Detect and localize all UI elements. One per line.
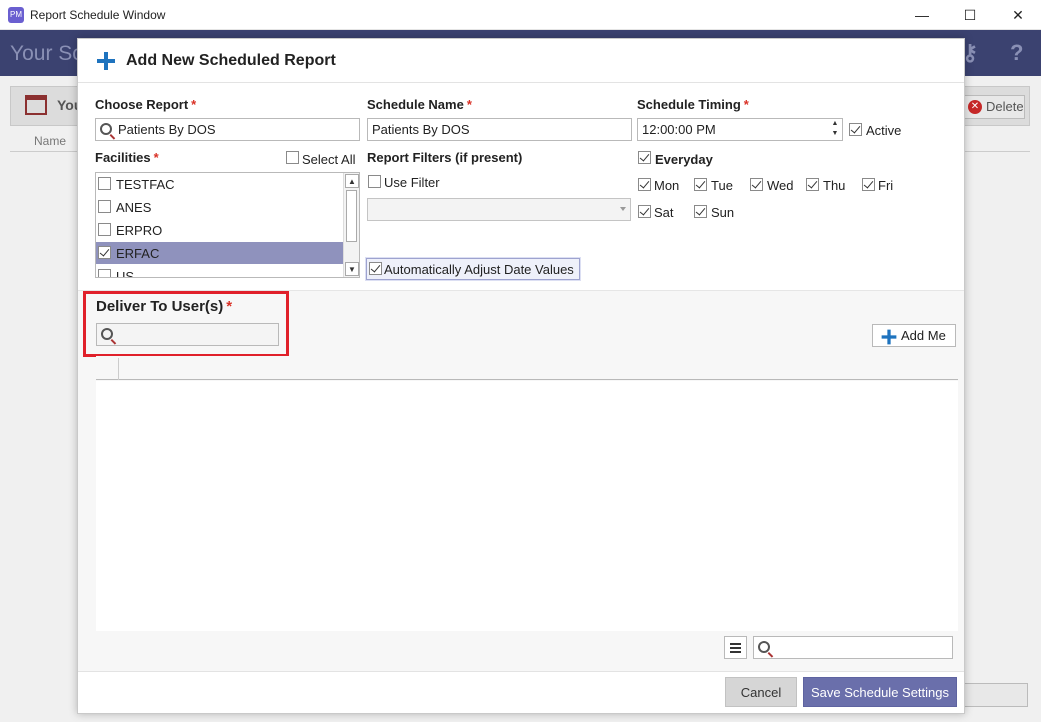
choose-report-input[interactable]: Patients By DOS — [95, 118, 360, 141]
dialog-title: Add New Scheduled Report — [126, 52, 336, 69]
facility-checkbox[interactable] — [98, 246, 111, 259]
select-all-label: Select All — [302, 152, 356, 167]
add-scheduled-report-dialog: Add New Scheduled Report Choose Report * … — [77, 38, 965, 714]
search-icon — [758, 641, 770, 653]
schedule-time-value: 12:00:00 PM — [642, 122, 716, 137]
close-window-button[interactable]: ✕ — [995, 0, 1041, 30]
select-all-checkbox[interactable] — [286, 151, 299, 164]
background-footer-field[interactable] — [960, 683, 1028, 707]
plus-icon — [97, 52, 115, 70]
sat-checkbox[interactable] — [638, 205, 651, 218]
schedule-timing-label: Schedule Timing * — [637, 97, 749, 112]
users-grid-footer — [96, 631, 958, 667]
active-checkbox[interactable] — [849, 123, 862, 136]
facilities-scrollbar[interactable]: ▲ ▼ — [343, 173, 359, 277]
calendar-icon — [25, 95, 47, 115]
search-icon — [101, 328, 113, 340]
cancel-button[interactable]: Cancel — [725, 677, 797, 707]
facility-checkbox[interactable] — [98, 223, 111, 236]
time-spinner[interactable]: ▲ ▼ — [828, 119, 842, 140]
grid-column-divider[interactable] — [118, 358, 119, 380]
facility-item[interactable]: ERPRO — [96, 219, 343, 241]
adjust-dates-label: Automatically Adjust Date Values — [384, 262, 574, 277]
grid-menu-button[interactable] — [724, 636, 747, 659]
sun-checkbox[interactable] — [694, 205, 707, 218]
chevron-down-icon — [620, 207, 626, 211]
use-filter-label: Use Filter — [384, 175, 440, 190]
maximize-button[interactable]: ☐ — [947, 0, 993, 30]
scroll-thumb[interactable] — [346, 190, 357, 242]
users-grid-header — [96, 356, 958, 380]
deliver-to-label: Deliver To User(s) * — [96, 298, 233, 315]
add-me-button[interactable]: Add Me — [872, 324, 956, 347]
use-filter-checkbox[interactable] — [368, 175, 381, 188]
help-icon[interactable]: ? — [1010, 40, 1023, 66]
delete-button[interactable]: ✕ Delete — [963, 95, 1025, 119]
save-schedule-button[interactable]: Save Schedule Settings — [803, 677, 957, 707]
schedule-time-input[interactable]: 12:00:00 PM ▲ ▼ — [637, 118, 843, 141]
facility-item[interactable]: ANES — [96, 196, 343, 218]
tue-checkbox[interactable] — [694, 178, 707, 191]
window-title: Report Schedule Window — [30, 8, 166, 22]
adjust-dates-option[interactable]: Automatically Adjust Date Values — [366, 258, 580, 280]
delete-label: Delete — [986, 99, 1024, 114]
app-icon: PM — [8, 7, 24, 23]
sat-label: Sat — [654, 205, 674, 220]
wed-checkbox[interactable] — [750, 178, 763, 191]
dialog-footer: Cancel Save Schedule Settings — [78, 671, 964, 713]
filter-select[interactable] — [367, 198, 631, 221]
wed-label: Wed — [767, 178, 794, 193]
add-me-label: Add Me — [901, 328, 946, 343]
thu-checkbox[interactable] — [806, 178, 819, 191]
facilities-list[interactable]: TESTFAC ANES ERPRO ERFAC US ▲ ▼ — [95, 172, 360, 278]
app-header-title: Your Sc — [10, 42, 83, 65]
delete-icon: ✕ — [968, 100, 982, 114]
facility-checkbox[interactable] — [98, 269, 111, 277]
mon-checkbox[interactable] — [638, 178, 651, 191]
tue-label: Tue — [711, 178, 733, 193]
grid-search-input[interactable] — [753, 636, 953, 659]
everyday-checkbox[interactable] — [638, 151, 651, 164]
scroll-up-icon[interactable]: ▲ — [345, 174, 359, 188]
adjust-dates-checkbox[interactable] — [369, 262, 382, 275]
users-grid-body — [96, 381, 958, 631]
scroll-down-icon[interactable]: ▼ — [345, 262, 359, 276]
schedule-name-input[interactable]: Patients By DOS — [367, 118, 632, 141]
mon-label: Mon — [654, 178, 680, 193]
fri-label: Fri — [878, 178, 894, 193]
facility-checkbox[interactable] — [98, 200, 111, 213]
plus-icon — [881, 329, 897, 345]
menu-icon — [730, 643, 741, 645]
thu-label: Thu — [823, 178, 846, 193]
choose-report-value: Patients By DOS — [118, 122, 216, 137]
facility-item[interactable]: ERFAC — [96, 242, 343, 264]
search-icon — [100, 123, 112, 135]
dialog-header: Add New Scheduled Report — [78, 39, 964, 83]
schedule-name-label: Schedule Name * — [367, 97, 472, 112]
report-filters-label: Report Filters (if present) — [367, 150, 523, 165]
deliver-user-search-input[interactable] — [96, 323, 279, 346]
facility-item[interactable]: US — [96, 265, 343, 277]
facility-item[interactable]: TESTFAC — [96, 173, 343, 195]
everyday-label: Everyday — [655, 152, 713, 167]
minimize-button[interactable]: — — [899, 0, 945, 30]
choose-report-label: Choose Report * — [95, 97, 197, 112]
window-titlebar: PM Report Schedule Window — ☐ ✕ — [0, 0, 1041, 30]
facilities-label: Facilities * — [95, 150, 159, 165]
column-header-name[interactable]: Name — [34, 134, 66, 148]
active-label: Active — [866, 123, 902, 138]
facility-checkbox[interactable] — [98, 177, 111, 190]
fri-checkbox[interactable] — [862, 178, 875, 191]
sun-label: Sun — [711, 205, 735, 220]
